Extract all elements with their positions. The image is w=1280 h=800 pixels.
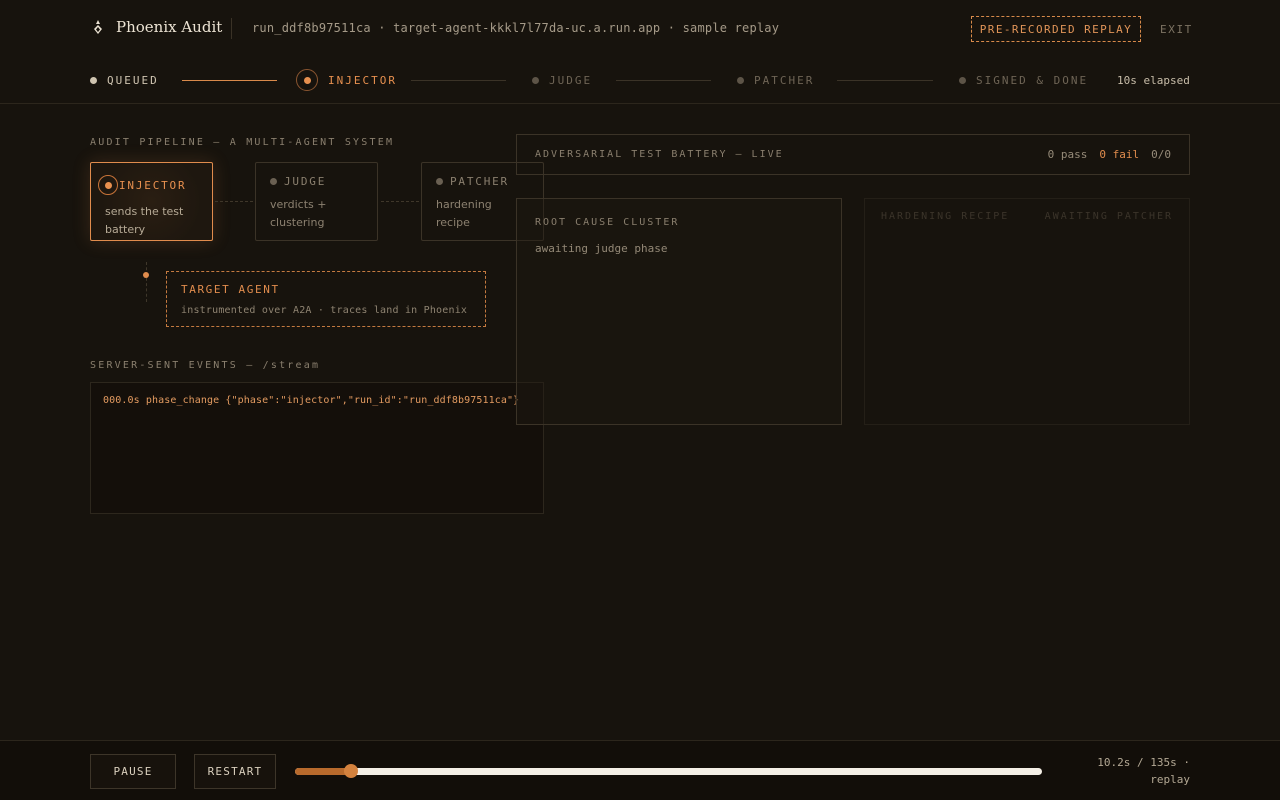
recipe-title: HARDENING RECIPE: [881, 211, 1010, 222]
playback-bar: PAUSE RESTART 10.2s / 135s · replay: [0, 740, 1280, 800]
recipe-status: AWAITING PATCHER: [1044, 211, 1173, 222]
time-progress: 10.2s / 135s ·: [1097, 756, 1190, 769]
root-cause-cluster-panel: ROOT CAUSE CLUSTER awaiting judge phase: [516, 198, 842, 425]
agent-desc: sends the test battery: [105, 205, 184, 236]
step-dot-icon: [737, 77, 744, 84]
pause-button[interactable]: PAUSE: [90, 754, 176, 789]
sse-label: SERVER-SENT EVENTS — /stream: [90, 360, 321, 371]
target-agent-card[interactable]: TARGET AGENT instrumented over A2A · tra…: [166, 271, 486, 327]
header-divider: [231, 18, 232, 39]
sse-event-line: 000.0s phase_change {"phase":"injector",…: [103, 395, 520, 406]
agent-dot-icon: [436, 178, 443, 185]
hardening-recipe-panel: HARDENING RECIPE AWAITING PATCHER: [864, 198, 1190, 425]
step-queued: QUEUED: [90, 74, 159, 87]
step-patcher: PATCHER: [737, 74, 814, 87]
step-dot-icon: [532, 77, 539, 84]
run-meta: run_ddf8b97511ca · target-agent-kkkl7l77…: [252, 21, 780, 35]
active-agent-ring-icon: [98, 175, 118, 195]
pipeline-connector: [381, 201, 419, 202]
agent-title: INJECTOR: [119, 178, 187, 192]
restart-button[interactable]: RESTART: [194, 754, 276, 789]
slider-track[interactable]: [295, 768, 1042, 775]
step-injector: INJECTOR: [296, 69, 397, 91]
fail-count: 0 fail: [1099, 148, 1140, 161]
step-judge: JUDGE: [532, 74, 592, 87]
agent-title: PATCHER: [450, 175, 509, 188]
phase-stepper: QUEUED INJECTOR JUDGE PATCHER SIGNED & D…: [0, 58, 1280, 104]
cluster-title: ROOT CAUSE CLUSTER: [535, 217, 680, 228]
step-label: PATCHER: [754, 74, 815, 87]
pipeline-label: AUDIT PIPELINE — A MULTI-AGENT SYSTEM: [90, 137, 395, 148]
agent-dot-icon: [270, 178, 277, 185]
step-connector: [411, 80, 506, 81]
top-header: Phoenix Audit run_ddf8b97511ca · target-…: [0, 0, 1280, 58]
slider-fill: [295, 768, 352, 775]
agent-card-judge[interactable]: JUDGE verdicts + clustering: [255, 162, 378, 241]
cluster-status: awaiting judge phase: [535, 242, 668, 255]
target-connector: [146, 262, 147, 302]
agent-title: JUDGE: [284, 175, 327, 188]
phoenix-logo-icon: [92, 19, 104, 35]
replay-badge: PRE-RECORDED REPLAY: [971, 16, 1141, 42]
step-signed-done: SIGNED & DONE: [959, 74, 1088, 87]
step-connector: [616, 80, 711, 81]
sse-log[interactable]: 000.0s phase_change {"phase":"injector",…: [90, 382, 544, 514]
target-desc: instrumented over A2A · traces land in P…: [181, 305, 468, 316]
step-dot-icon: [90, 77, 97, 84]
playback-slider[interactable]: [295, 764, 1042, 778]
battery-title: ADVERSARIAL TEST BATTERY — LIVE: [535, 149, 784, 160]
test-battery-panel: ADVERSARIAL TEST BATTERY — LIVE 0 pass 0…: [516, 134, 1190, 175]
battery-stats: 0 pass 0 fail 0/0: [1048, 148, 1171, 161]
step-label: INJECTOR: [328, 73, 397, 87]
brand-name: Phoenix Audit: [116, 18, 223, 36]
time-readout: 10.2s / 135s · replay: [1097, 754, 1190, 788]
agent-desc: verdicts + clustering: [270, 198, 327, 229]
active-step-ring-icon: [296, 69, 318, 91]
step-label: JUDGE: [549, 74, 593, 87]
step-connector: [182, 80, 277, 81]
exit-button[interactable]: EXIT: [1160, 23, 1193, 36]
step-label: QUEUED: [107, 74, 159, 87]
battery-ratio: 0/0: [1151, 148, 1171, 161]
target-connector-dot-icon: [143, 272, 149, 278]
brand: Phoenix Audit: [92, 18, 222, 36]
step-dot-icon: [959, 77, 966, 84]
pipeline-connector: [215, 201, 253, 202]
pass-count: 0 pass: [1047, 148, 1088, 161]
elapsed-time: 10s elapsed: [1117, 74, 1190, 87]
time-mode: replay: [1150, 773, 1190, 786]
agent-card-injector[interactable]: INJECTOR sends the test battery: [90, 162, 213, 241]
slider-thumb[interactable]: [344, 764, 359, 778]
step-connector: [837, 80, 933, 81]
target-title: TARGET AGENT: [181, 283, 280, 296]
step-label: SIGNED & DONE: [976, 74, 1089, 87]
